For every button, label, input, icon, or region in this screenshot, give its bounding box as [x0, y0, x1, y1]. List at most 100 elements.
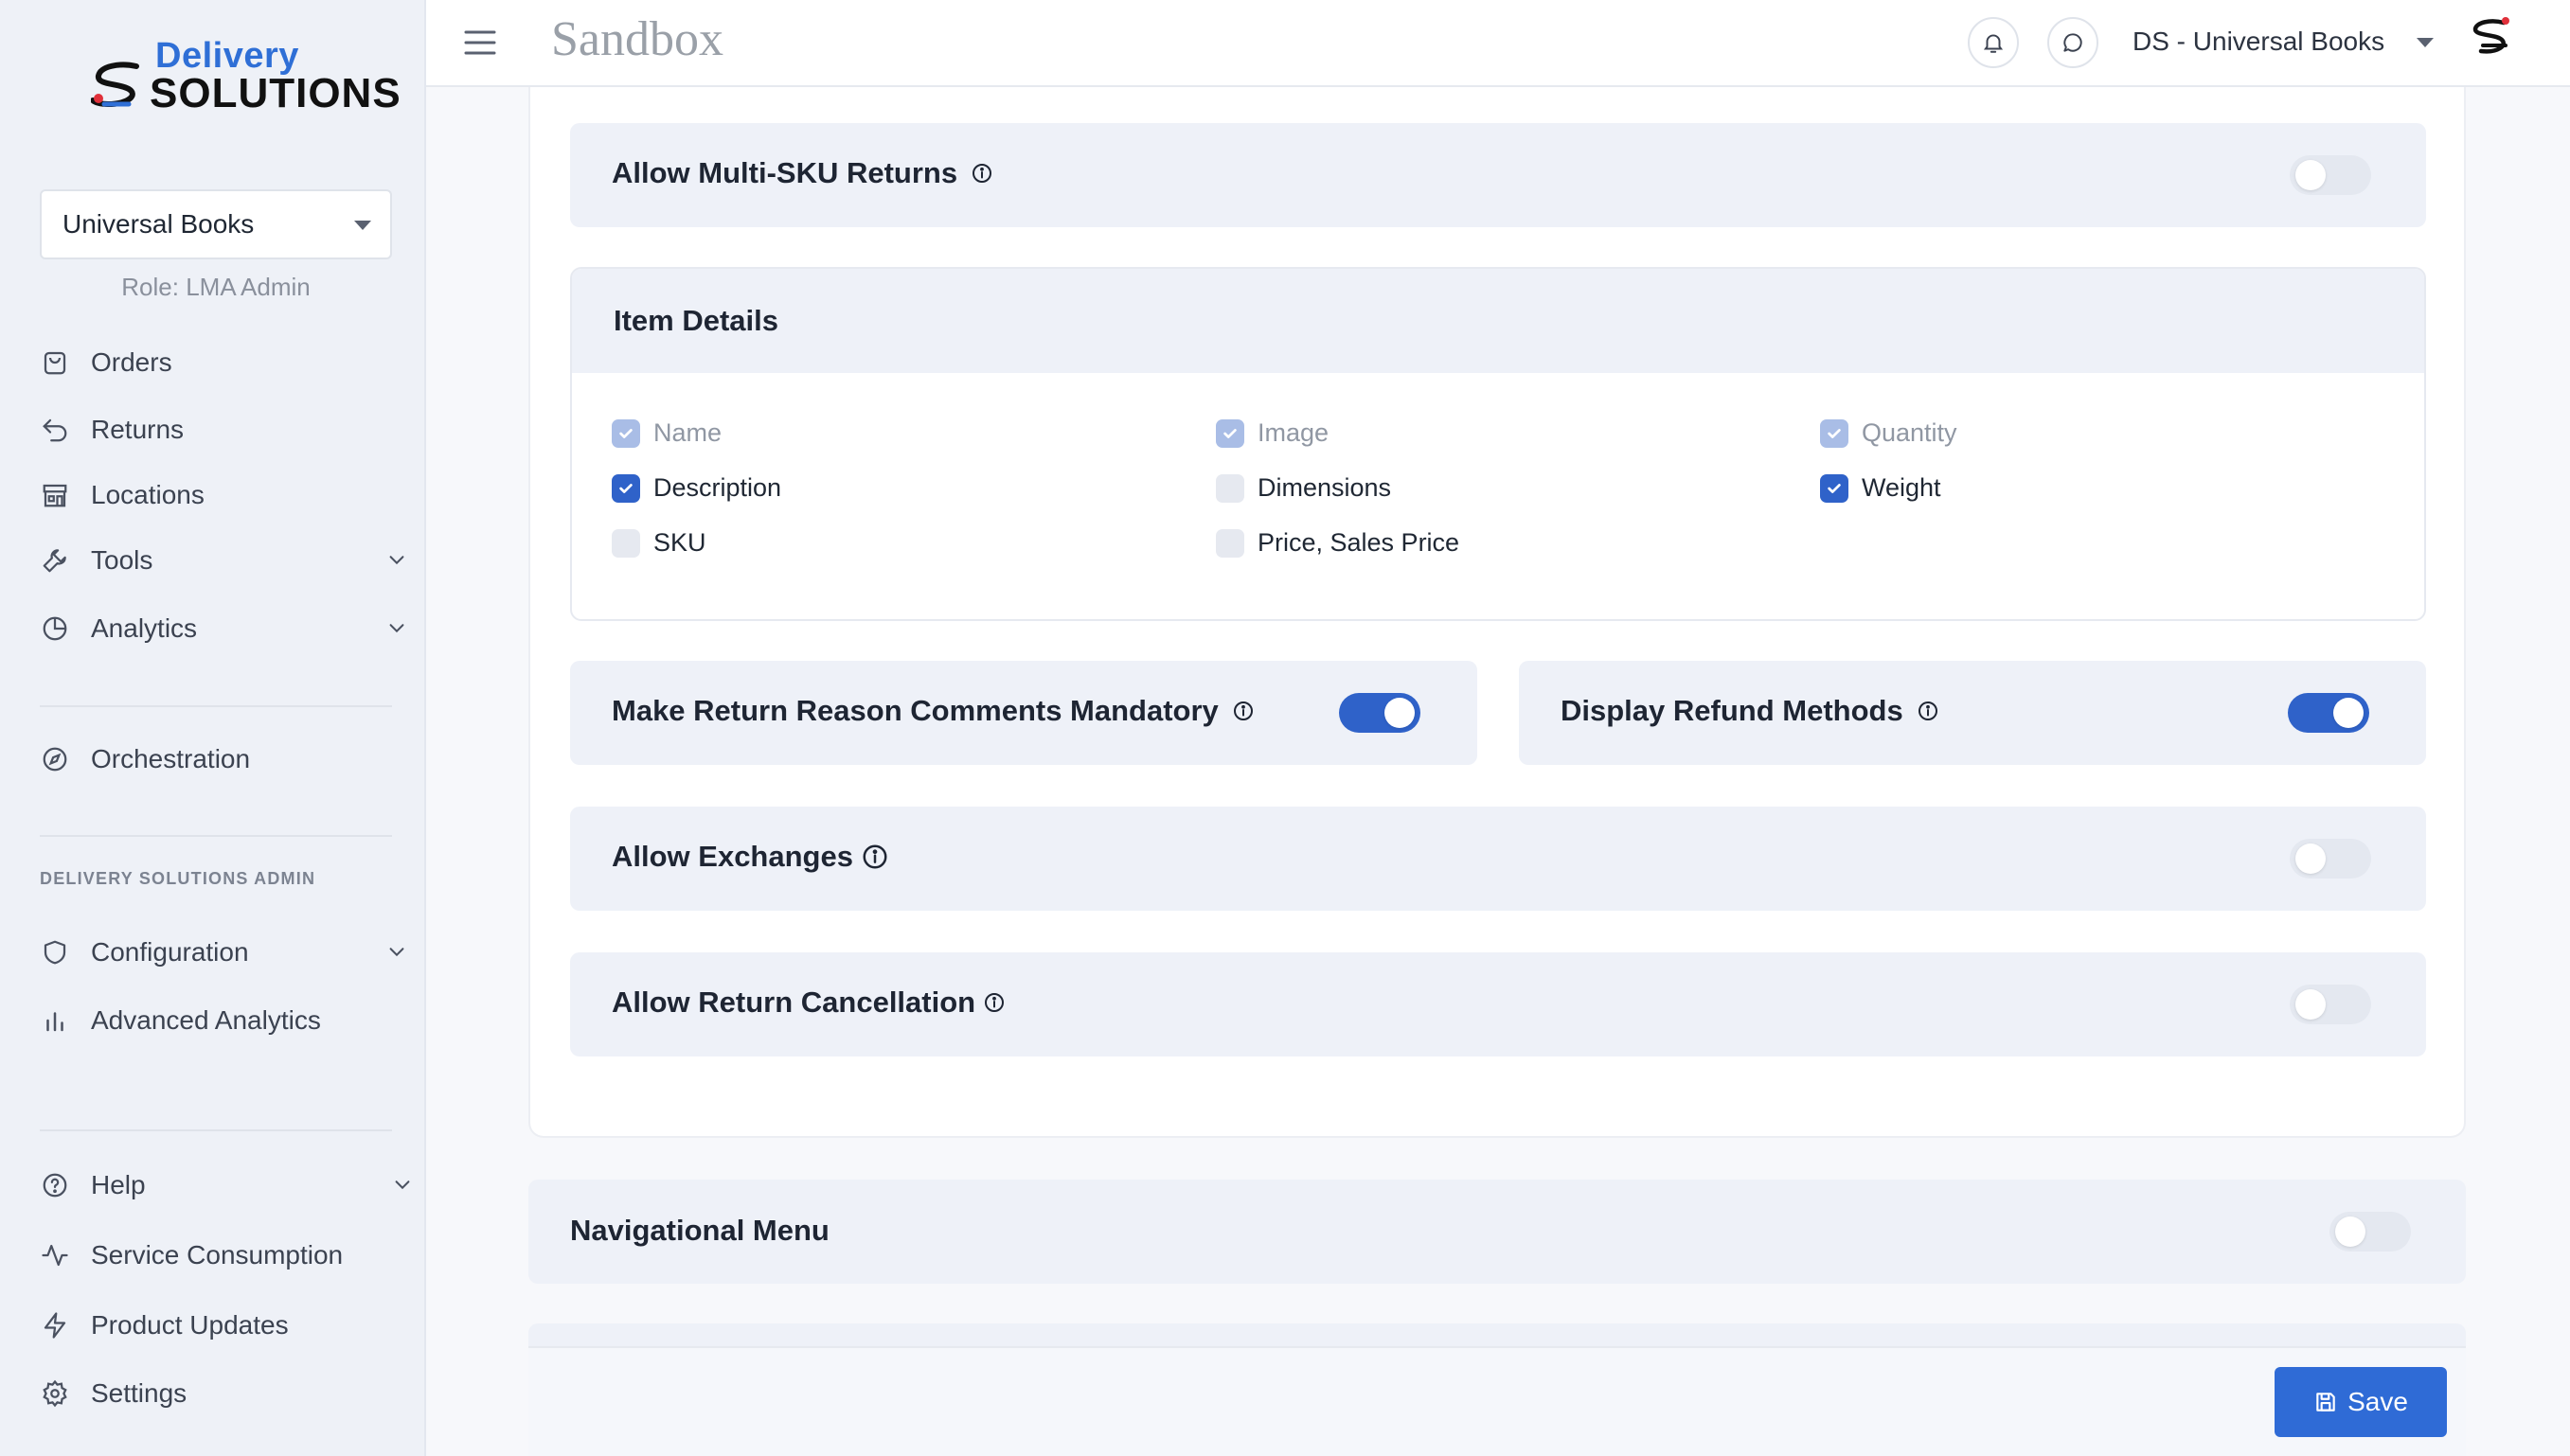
info-icon[interactable]	[983, 991, 1006, 1014]
toggle-knob	[2295, 160, 2326, 190]
save-button[interactable]: Save	[2275, 1367, 2447, 1437]
sidebar-item-locations[interactable]: Locations	[40, 469, 407, 522]
exchanges-label: Allow Exchanges	[612, 840, 853, 873]
info-icon[interactable]	[971, 162, 993, 185]
notifications-button[interactable]	[1968, 17, 2019, 68]
pie-chart-icon	[40, 613, 70, 644]
sidebar-item-advanced-analytics[interactable]: Advanced Analytics	[40, 994, 407, 1047]
field-price-checkbox[interactable]: Price, Sales Price	[1216, 528, 1459, 558]
sidebar-divider	[40, 835, 392, 837]
cancellation-toggle[interactable]	[2290, 985, 2371, 1024]
logo-text-solutions: SOLUTIONS	[150, 70, 402, 116]
navigational-menu-label: Navigational Menu	[570, 1214, 830, 1247]
checkbox-unchecked[interactable]	[1216, 473, 1244, 503]
check-icon	[1828, 483, 1841, 493]
sidebar-item-label: Locations	[91, 480, 205, 509]
admin-section-label: DELIVERY SOLUTIONS ADMIN	[40, 869, 316, 888]
cancellation-label: Allow Return Cancellation	[612, 985, 976, 1019]
account-selector[interactable]: DS - Universal Books	[2133, 27, 2384, 57]
sidebar-item-product-updates[interactable]: Product Updates	[40, 1299, 407, 1352]
chevron-down-icon	[389, 624, 404, 633]
panel-title: Allow Return Cancellation	[612, 985, 1006, 1020]
checkbox-checked[interactable]	[612, 473, 640, 503]
info-icon[interactable]	[1232, 700, 1255, 722]
exchanges-panel: Allow Exchanges	[570, 807, 2426, 911]
field-sku-checkbox[interactable]: SKU	[612, 528, 706, 558]
store-icon	[40, 480, 70, 510]
check-icon	[619, 483, 633, 493]
multi-sku-returns-toggle[interactable]	[2290, 155, 2371, 195]
checkbox-unchecked[interactable]	[612, 528, 640, 558]
sidebar-item-label: Returns	[91, 415, 185, 444]
field-label: Weight	[1862, 473, 1941, 502]
sidebar-item-label: Orders	[91, 347, 172, 377]
sidebar-item-label: Advanced Analytics	[91, 1005, 321, 1035]
navigational-menu-toggle[interactable]	[2329, 1212, 2411, 1252]
sidebar-item-returns[interactable]: Returns	[40, 403, 407, 456]
field-dimensions-checkbox[interactable]: Dimensions	[1216, 473, 1391, 503]
save-button-label: Save	[2347, 1387, 2408, 1416]
sidebar-item-orchestration[interactable]: Orchestration	[40, 733, 407, 786]
sidebar-item-configuration[interactable]: Configuration	[40, 926, 407, 979]
field-image-checkbox: Image	[1216, 418, 1329, 448]
toggle-knob	[2335, 1216, 2365, 1247]
help-circle-icon	[40, 1170, 70, 1200]
sidebar-item-orders[interactable]: Orders	[40, 336, 407, 389]
shopping-bag-icon	[40, 347, 70, 378]
bar-chart-icon	[40, 1005, 70, 1036]
item-details-header: Item Details	[572, 269, 2424, 373]
delivery-solutions-mark-icon[interactable]	[2468, 15, 2517, 59]
sidebar-item-label: Orchestration	[91, 744, 251, 773]
caret-down-icon[interactable]	[2417, 38, 2434, 47]
sidebar-item-label: Configuration	[91, 937, 249, 967]
field-name-checkbox: Name	[612, 418, 722, 448]
info-icon[interactable]	[1917, 700, 1939, 722]
sidebar-item-settings[interactable]: Settings	[40, 1367, 407, 1420]
sidebar-item-service-consumption[interactable]: Service Consumption	[40, 1229, 407, 1282]
return-arrow-icon	[40, 415, 70, 445]
field-label: Dimensions	[1258, 473, 1392, 502]
checkbox-unchecked[interactable]	[1216, 528, 1244, 558]
exchanges-toggle[interactable]	[2290, 839, 2371, 879]
organization-select[interactable]: Universal Books	[40, 189, 392, 259]
field-label: Image	[1258, 418, 1330, 447]
top-header: Sandbox DS - Universal Books	[426, 0, 2570, 87]
hamburger-menu-icon[interactable]	[464, 28, 496, 57]
refund-methods-toggle[interactable]	[2288, 693, 2369, 733]
floppy-disk-icon	[2316, 1393, 2335, 1412]
compass-icon	[40, 744, 70, 774]
field-quantity-checkbox: Quantity	[1820, 418, 1957, 448]
panel-title: Display Refund Methods	[1561, 694, 1939, 728]
sidebar-item-analytics[interactable]: Analytics	[40, 602, 407, 655]
sidebar-item-label: Service Consumption	[91, 1240, 344, 1270]
chevron-down-icon	[389, 948, 404, 957]
gear-icon	[40, 1378, 70, 1409]
logo-mark-icon	[91, 62, 139, 108]
activity-icon	[40, 1240, 70, 1270]
field-description-checkbox[interactable]: Description	[612, 473, 781, 503]
sidebar-item-help[interactable]: Help	[40, 1159, 410, 1212]
organization-select-value: Universal Books	[62, 209, 255, 239]
shield-icon	[40, 937, 70, 968]
toggle-knob	[1384, 698, 1415, 728]
toggle-knob	[2295, 843, 2326, 874]
delivery-solutions-logo[interactable]: Delivery SOLUTIONS	[91, 36, 401, 116]
return-reason-toggle[interactable]	[1339, 693, 1420, 733]
sidebar-item-label: Analytics	[91, 613, 198, 643]
checkbox-checked[interactable]	[1820, 473, 1848, 503]
panel-title: Allow Multi-SKU Returns	[612, 156, 993, 190]
footer-bar	[528, 1346, 2466, 1456]
check-icon	[619, 428, 633, 438]
bell-icon	[1983, 34, 2004, 53]
refund-methods-label: Display Refund Methods	[1561, 694, 1903, 727]
panel-title: Make Return Reason Comments Mandatory	[612, 694, 1255, 728]
sidebar-item-label: Settings	[91, 1378, 187, 1408]
return-reason-label: Make Return Reason Comments Mandatory	[612, 694, 1219, 727]
field-weight-checkbox[interactable]: Weight	[1820, 473, 1941, 503]
info-icon[interactable]	[861, 843, 889, 871]
refund-methods-panel: Display Refund Methods	[1519, 661, 2426, 765]
sidebar: Delivery SOLUTIONS Universal Books Role:…	[0, 0, 426, 1456]
sidebar-item-tools[interactable]: Tools	[40, 534, 407, 587]
messages-button[interactable]	[2047, 17, 2098, 68]
toggle-knob	[2295, 989, 2326, 1020]
